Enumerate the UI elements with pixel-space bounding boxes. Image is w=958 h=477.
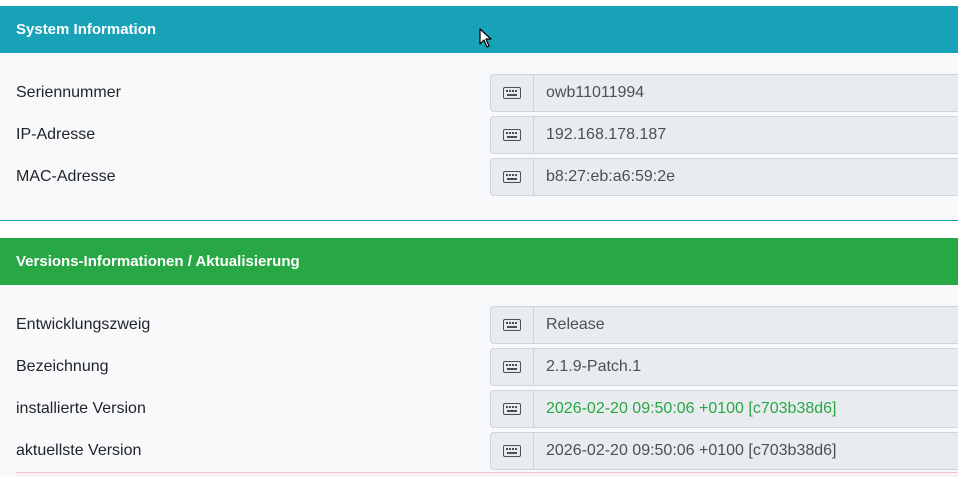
mac-address-label: MAC-Adresse — [16, 168, 116, 185]
version-information-card: Versions-Informationen / Aktualisierung … — [0, 238, 958, 476]
keyboard-icon — [490, 390, 533, 428]
designation-row: Bezeichnung 2.1.9-Patch.1 — [0, 348, 958, 386]
designation-input-group: 2.1.9-Patch.1 — [490, 348, 958, 386]
latest-version-input-group: 2026-02-20 09:50:06 +0100 [c703b38d6] — [490, 432, 958, 470]
mac-address-row: MAC-Adresse b8:27:eb:a6:59:2e — [0, 158, 958, 196]
keyboard-icon — [490, 158, 533, 196]
mac-address-field[interactable]: b8:27:eb:a6:59:2e — [533, 158, 958, 196]
ip-address-label: IP-Adresse — [16, 126, 96, 143]
ip-address-row: IP-Adresse 192.168.178.187 — [0, 116, 958, 154]
serial-number-field[interactable]: owb11011994 — [533, 74, 958, 112]
installed-version-field[interactable]: 2026-02-20 09:50:06 +0100 [c703b38d6] — [533, 390, 958, 428]
latest-version-field[interactable]: 2026-02-20 09:50:06 +0100 [c703b38d6] — [533, 432, 958, 470]
keyboard-icon — [490, 74, 533, 112]
installed-version-label: installierte Version — [16, 400, 146, 417]
designation-label: Bezeichnung — [16, 358, 109, 375]
latest-version-row: aktuellste Version 2026-02-20 09:50:06 +… — [0, 432, 958, 470]
designation-field[interactable]: 2.1.9-Patch.1 — [533, 348, 958, 386]
development-branch-input-group: Release — [490, 306, 958, 344]
ip-address-field[interactable]: 192.168.178.187 — [533, 116, 958, 154]
installed-version-row: installierte Version 2026-02-20 09:50:06… — [0, 390, 958, 428]
keyboard-icon — [490, 306, 533, 344]
serial-number-row: Seriennummer owb11011994 — [0, 74, 958, 112]
mac-address-input-group: b8:27:eb:a6:59:2e — [490, 158, 958, 196]
latest-version-label: aktuellste Version — [16, 442, 142, 459]
development-branch-row: Entwicklungszweig Release — [0, 306, 958, 344]
serial-number-label: Seriennummer — [16, 84, 121, 101]
serial-number-input-group: owb11011994 — [490, 74, 958, 112]
ip-address-input-group: 192.168.178.187 — [490, 116, 958, 154]
alert-box-edge — [16, 472, 958, 477]
mouse-cursor-icon — [479, 28, 493, 53]
keyboard-icon — [490, 116, 533, 154]
keyboard-icon — [490, 432, 533, 470]
version-information-header[interactable]: Versions-Informationen / Aktualisierung — [0, 238, 958, 285]
installed-version-input-group: 2026-02-20 09:50:06 +0100 [c703b38d6] — [490, 390, 958, 428]
development-branch-field[interactable]: Release — [533, 306, 958, 344]
development-branch-label: Entwicklungszweig — [16, 316, 151, 333]
keyboard-icon — [490, 348, 533, 386]
